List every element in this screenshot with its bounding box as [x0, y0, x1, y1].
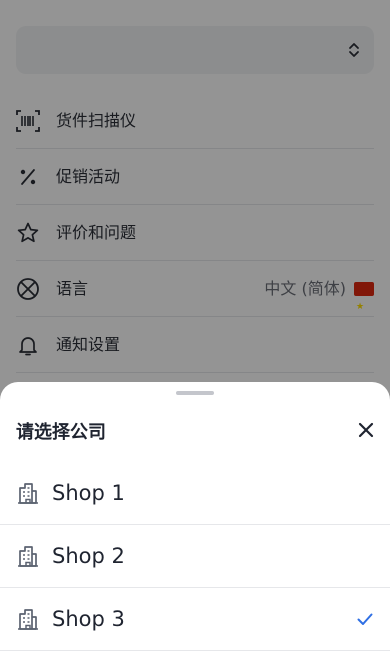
building-icon	[18, 609, 38, 630]
close-icon[interactable]	[356, 420, 376, 440]
sheet-grabber[interactable]	[176, 391, 214, 395]
sheet-title: 请选择公司	[16, 422, 106, 443]
building-icon	[18, 483, 38, 504]
shop-option-1[interactable]: Shop 1	[0, 462, 390, 525]
building-icon	[18, 546, 38, 567]
select-company-sheet: 请选择公司 Shop 1 Shop 2 Shop 3	[0, 382, 390, 652]
shop-name: Shop 2	[52, 544, 125, 568]
shop-option-3[interactable]: Shop 3	[0, 588, 390, 651]
shop-name: Shop 3	[52, 607, 125, 631]
screen: 货件扫描仪 促销活动 评价和问题 语言 中文 (简体) ★ 通知设置 请选择公司…	[0, 0, 390, 652]
shop-option-2[interactable]: Shop 2	[0, 525, 390, 588]
shop-name: Shop 1	[52, 481, 125, 505]
shop-list: Shop 1 Shop 2 Shop 3	[0, 462, 390, 651]
checkmark-icon	[357, 613, 373, 625]
